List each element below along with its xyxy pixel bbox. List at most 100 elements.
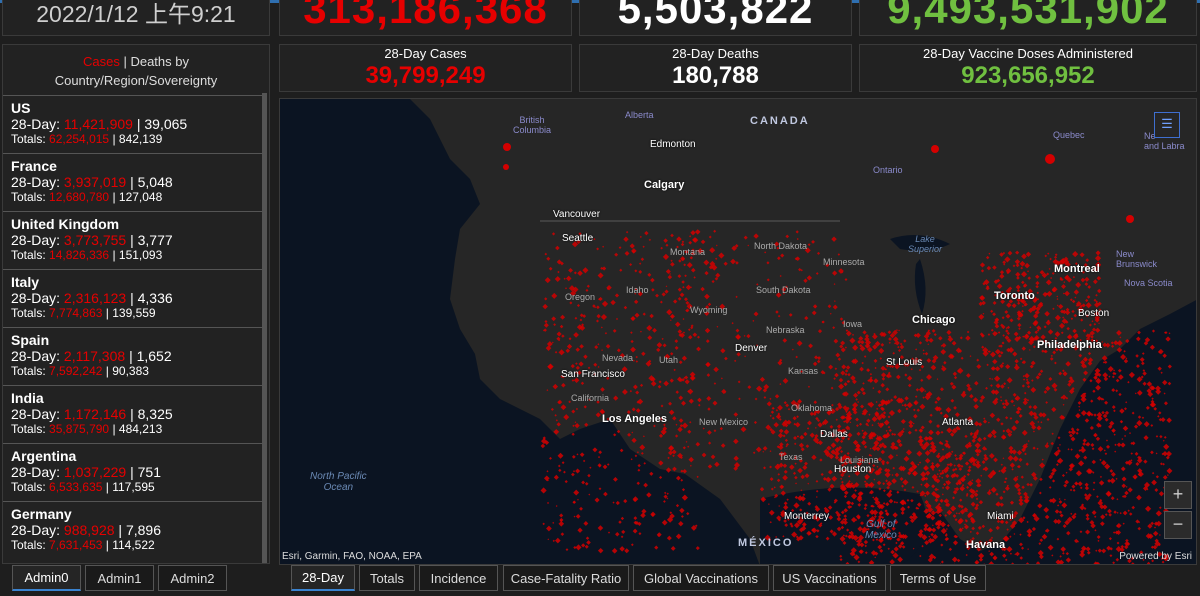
cases-28day: 1,172,146 (63, 406, 127, 422)
city-st-louis: St Louis (886, 357, 923, 368)
deaths-28day: | 751 (130, 464, 161, 480)
tot-prefix: Totals: (11, 306, 46, 320)
stat-label: 28-Day Vaccine Doses Administered (922, 46, 1134, 61)
last-updated-box: 2022/1/12 上午9:21 (2, 0, 270, 36)
label-gulf-line1: Gulf of (866, 519, 896, 530)
list-item[interactable]: Argentina 28-Day: 1,037,229 | 751 Totals… (3, 443, 265, 501)
tab-admin1[interactable]: Admin1 (85, 565, 154, 591)
label-ocean-line1: North Pacific (310, 471, 367, 482)
zoom-out-button[interactable]: − (1164, 511, 1192, 539)
label-nevada: Nevada (602, 353, 634, 363)
tot-prefix: Totals: (11, 364, 46, 378)
city-toronto: Toronto (994, 290, 1035, 302)
list-item[interactable]: France 28-Day: 3,937,019 | 5,048 Totals:… (3, 153, 265, 211)
deaths-28day: | 7,896 (118, 522, 161, 538)
city-los-angeles: Los Angeles (602, 413, 667, 425)
tab-global-vaccinations[interactable]: Global Vaccinations (633, 565, 769, 591)
deaths-28day: | 3,777 (130, 232, 173, 248)
deaths-28day: | 1,652 (129, 348, 172, 364)
city-havana: Havana (966, 539, 1006, 551)
label-oklahoma: Oklahoma (791, 403, 833, 413)
list-item[interactable]: Germany 28-Day: 988,928 | 7,896 Totals: … (3, 501, 265, 559)
country-name: India (11, 390, 44, 406)
city-atlanta: Atlanta (942, 417, 974, 428)
country-list: US 28-Day: 11,421,909 | 39,065 Totals: 6… (3, 95, 265, 559)
deaths-28day: | 8,325 (130, 406, 173, 422)
gulf-of-mexico (760, 487, 927, 564)
label-gulf-of-mexico: Gulf of Mexico (865, 519, 897, 541)
tab-28day[interactable]: 28-Day (291, 565, 355, 591)
label-nova-scotia: Nova Scotia (1124, 278, 1173, 288)
label-nebraska: Nebraska (766, 325, 805, 335)
list-title-cases: Cases (82, 54, 120, 69)
label-ontario: Ontario (873, 165, 903, 175)
deaths-total: | 139,559 (105, 306, 156, 320)
country-name: Germany (11, 506, 72, 522)
d28-prefix: 28-Day: (11, 522, 61, 538)
label-lake-line2: Superior (908, 244, 943, 254)
list-item[interactable]: Italy 28-Day: 2,316,123 | 4,336 Totals: … (3, 269, 265, 327)
label-british-columbia: British Columbia (513, 115, 551, 135)
tab-case-fatality[interactable]: Case-Fatality Ratio (503, 565, 629, 591)
deaths-total: | 90,383 (105, 364, 149, 378)
country-name: Italy (11, 274, 40, 290)
deaths-total: | 127,048 (112, 190, 163, 204)
label-mexico: MÉXICO (738, 537, 794, 549)
cases-28day: 988,928 (63, 522, 115, 538)
list-scrollbar[interactable] (262, 93, 267, 563)
list-item[interactable]: United Kingdom 28-Day: 3,773,755 | 3,777… (3, 211, 265, 269)
tab-terms-of-use[interactable]: Terms of Use (890, 565, 986, 591)
label-iowa: Iowa (843, 319, 863, 329)
list-item[interactable]: India 28-Day: 1,172,146 | 8,325 Totals: … (3, 385, 265, 443)
legend-button[interactable]: ☰ (1154, 112, 1180, 138)
deaths-total: | 151,093 (112, 248, 163, 262)
city-miami: Miami (987, 511, 1014, 522)
map-basemap (280, 99, 1196, 564)
label-new-mexico: New Mexico (699, 417, 749, 427)
cases-total: 7,592,242 (49, 364, 103, 378)
city-boston: Boston (1078, 308, 1110, 319)
label-lake-superior: Lake Superior (908, 234, 942, 254)
stat-value: 180,788 (672, 62, 759, 89)
zoom-in-button[interactable]: + (1164, 481, 1192, 509)
list-item[interactable]: Spain 28-Day: 2,117,308 | 1,652 Totals: … (3, 327, 265, 385)
label-ocean-line2: Ocean (323, 482, 354, 493)
tot-prefix: Totals: (11, 422, 46, 436)
label-minnesota: Minnesota (823, 257, 865, 267)
city-philadelphia: Philadelphia (1037, 339, 1102, 351)
label-oregon: Oregon (565, 292, 596, 302)
deaths-28day: | 39,065 (136, 116, 188, 132)
global-deaths-value: 5,503,822 (617, 0, 814, 32)
stat-label: 28-Day Deaths (672, 46, 759, 61)
stat-28day-cases: 28-Day Cases 39,799,249 (279, 44, 572, 92)
land-north-america (280, 99, 1196, 564)
city-monterrey: Monterrey (784, 511, 830, 522)
label-bc-line2: Columbia (513, 125, 552, 135)
tot-prefix: Totals: (11, 190, 46, 204)
country-name: United Kingdom (11, 216, 120, 232)
country-name: Spain (11, 332, 50, 348)
city-chicago: Chicago (912, 314, 956, 326)
tab-admin0[interactable]: Admin0 (12, 565, 81, 591)
cases-total: 7,774,863 (49, 306, 103, 320)
d28-prefix: 28-Day: (11, 232, 61, 248)
tab-admin2[interactable]: Admin2 (158, 565, 227, 591)
global-cases-box: 313,186,368 (279, 0, 572, 36)
tab-totals[interactable]: Totals (359, 565, 415, 591)
tab-incidence[interactable]: Incidence (419, 565, 498, 591)
map-view[interactable]: CANADA MÉXICO North Pacific Ocean Gulf o… (279, 98, 1197, 565)
tab-us-vaccinations[interactable]: US Vaccinations (773, 565, 886, 591)
label-nb-line2: Brunswick (1116, 259, 1158, 269)
deaths-28day: | 4,336 (130, 290, 173, 306)
cases-28day: 11,421,909 (63, 116, 133, 132)
tot-prefix: Totals: (11, 480, 46, 494)
list-item[interactable]: US 28-Day: 11,421,909 | 39,065 Totals: 6… (3, 95, 265, 153)
deaths-total: | 484,213 (112, 422, 163, 436)
list-header: Cases | Deaths by Country/Region/Soverei… (3, 45, 269, 89)
map-attribution: Esri, Garmin, FAO, NOAA, EPA (282, 551, 422, 562)
label-utah: Utah (659, 355, 679, 365)
label-wyoming: Wyoming (690, 305, 728, 315)
powered-by-esri[interactable]: Powered by Esri (1119, 551, 1192, 562)
label-kansas: Kansas (788, 366, 819, 376)
last-updated-date: 2022/1/12 上午9:21 (36, 1, 236, 27)
